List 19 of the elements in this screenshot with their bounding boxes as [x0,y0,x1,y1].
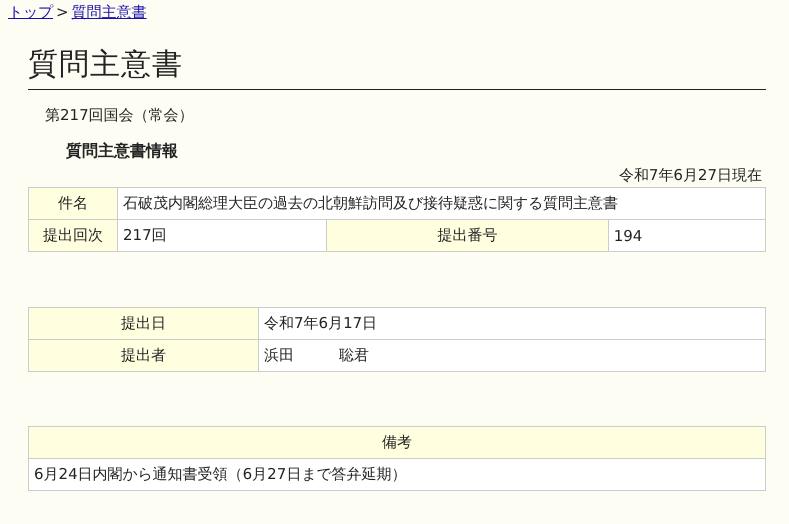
field-value: 194 [608,220,766,252]
notes-header: 備考 [28,426,766,458]
field-value: 217回 [118,220,326,252]
as-of-date: 令和7年6月27日現在 [618,166,762,185]
field-value: 令和7年6月17日 [258,308,766,340]
breadcrumb-link[interactable]: トップ [8,3,53,22]
section-title: 質問主意書情報 [66,141,179,162]
breadcrumb-separator: > [56,3,69,21]
field-label: 提出日 [28,308,258,340]
field-label: 件名 [28,188,118,220]
notes-text: 6月24日内閣から通知書受領（6月27日まで答弁延期） [28,458,766,490]
field-label: 提出者 [28,340,258,372]
field-label: 提出回次 [28,220,118,252]
field-value: 石破茂内閣総理大臣の過去の北朝鮮訪問及び接待疑惑に関する質問主意書 [118,188,766,220]
session-text: 第217回国会（常会） [45,106,195,125]
breadcrumb-link[interactable]: 質問主意書 [72,3,147,22]
field-value: 浜田 聡君 [258,340,766,372]
page-title: 質問主意書 [28,44,766,90]
field-label: 提出番号 [326,220,608,252]
